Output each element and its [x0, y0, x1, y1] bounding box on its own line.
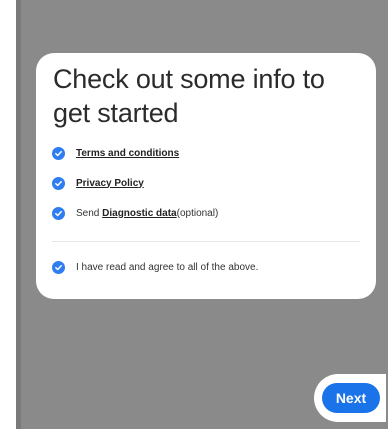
privacy-checkbox-row[interactable]: Privacy Policy — [52, 175, 144, 191]
next-button-area: Next — [314, 374, 386, 422]
check-circle-icon[interactable] — [52, 206, 65, 220]
check-circle-icon[interactable] — [52, 146, 65, 160]
next-button[interactable]: Next — [322, 383, 380, 413]
diagnostic-checkbox-row[interactable]: Send Diagnostic data(optional) — [52, 205, 218, 221]
card-title: Check out some info to get started — [53, 64, 325, 128]
divider — [52, 241, 360, 242]
agree-all-checkbox-row[interactable]: I have read and agree to all of the abov… — [52, 259, 258, 275]
agree-all-label: I have read and agree to all of the abov… — [76, 261, 259, 273]
terms-checkbox-row[interactable]: Terms and conditions — [52, 145, 179, 161]
privacy-link[interactable]: Privacy Policy — [76, 178, 144, 189]
info-card: Check out some info to get started Terms… — [36, 53, 376, 299]
diagnostic-prefix: Send — [76, 207, 103, 219]
diagnostic-label: Send Diagnostic data(optional) — [76, 208, 218, 219]
check-circle-icon[interactable] — [52, 260, 65, 274]
diagnostic-link[interactable]: Diagnostic data — [102, 208, 176, 219]
screen-edge — [16, 0, 21, 429]
check-circle-icon[interactable] — [52, 176, 65, 190]
terms-link[interactable]: Terms and conditions — [76, 148, 179, 159]
diagnostic-suffix: (optional) — [176, 207, 219, 219]
